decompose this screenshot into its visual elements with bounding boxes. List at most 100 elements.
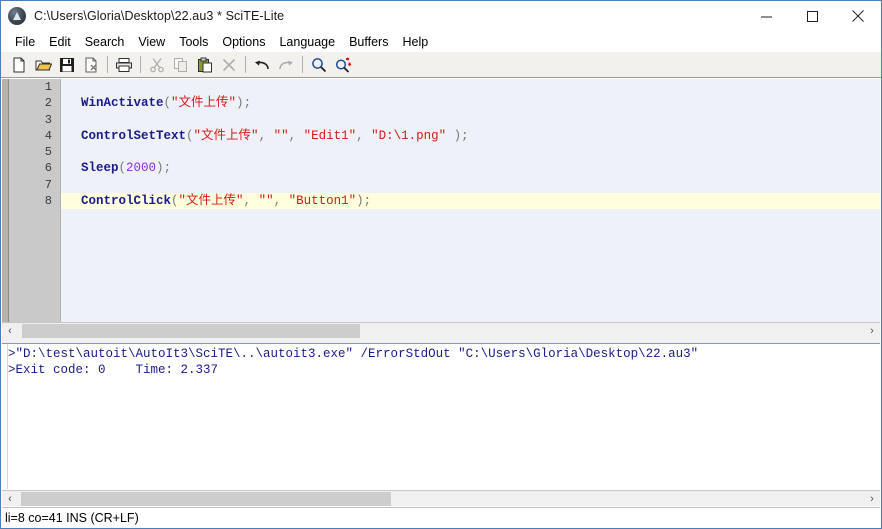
code-token-str: "文件上传" <box>179 194 244 208</box>
line-number: 3 <box>9 112 60 128</box>
line-number: 4 <box>9 128 60 144</box>
menu-item-tools[interactable]: Tools <box>172 33 215 51</box>
delete-icon <box>217 54 241 76</box>
scroll-left-icon[interactable]: ‹ <box>2 491 18 507</box>
code-token-func: WinActivate <box>81 96 164 110</box>
find-icon[interactable] <box>307 54 331 76</box>
menu-item-view[interactable]: View <box>131 33 172 51</box>
code-token-punct: ) <box>156 161 164 175</box>
code-token-punct: ( <box>119 161 127 175</box>
scroll-right-icon[interactable]: › <box>864 323 880 339</box>
code-token-str: "" <box>259 194 274 208</box>
print-icon[interactable] <box>112 54 136 76</box>
redo-icon <box>274 54 298 76</box>
output-pane[interactable]: >"D:\test\autoit\AutoIt3\SciTE\..\autoit… <box>2 344 880 489</box>
code-token-punct: ( <box>164 96 172 110</box>
code-token-str: "文件上传" <box>194 129 259 143</box>
output-line: >"D:\test\autoit\AutoIt3\SciTE\..\autoit… <box>8 347 880 363</box>
menu-bar: File Edit Search View Tools Options Lang… <box>1 31 881 52</box>
code-line[interactable] <box>61 79 880 95</box>
line-number: 8 <box>9 193 60 209</box>
menu-item-buffers[interactable]: Buffers <box>342 33 395 51</box>
scrollbar-track[interactable] <box>18 323 864 339</box>
code-line[interactable]: ControlSetText("文件上传", "", "Edit1", "D:\… <box>61 128 880 144</box>
code-token-punct: ) <box>356 194 364 208</box>
toolbar-separator <box>107 56 108 73</box>
replace-icon[interactable] <box>331 54 355 76</box>
code-token-num: 2000 <box>126 161 156 175</box>
status-bar: li=8 co=41 INS (CR+LF) <box>2 507 880 528</box>
menu-item-edit[interactable]: Edit <box>42 33 78 51</box>
minimize-button[interactable] <box>743 1 789 31</box>
undo-icon[interactable] <box>250 54 274 76</box>
scrollbar-thumb[interactable] <box>21 492 391 506</box>
code-token-punct: ) <box>236 96 244 110</box>
menu-item-search[interactable]: Search <box>78 33 132 51</box>
code-token-semi: ; <box>364 194 372 208</box>
line-number-gutter: 1 2 3 4 5 6 7 8 <box>9 79 61 322</box>
code-token-punct: , <box>356 129 371 143</box>
code-token-semi: ; <box>244 96 252 110</box>
toolbar <box>1 52 881 78</box>
code-token-func: Sleep <box>81 161 119 175</box>
menu-item-options[interactable]: Options <box>215 33 272 51</box>
code-line[interactable] <box>61 177 880 193</box>
code-token-semi: ; <box>164 161 172 175</box>
scrollbar-track[interactable] <box>18 491 864 507</box>
output-horizontal-scrollbar[interactable]: ‹ › <box>2 490 880 506</box>
window-title: C:\Users\Gloria\Desktop\22.au3 * SciTE-L… <box>34 9 284 23</box>
toolbar-separator <box>140 56 141 73</box>
line-number: 6 <box>9 160 60 176</box>
code-token-punct: , <box>289 129 304 143</box>
code-token-str: "Button1" <box>289 194 357 208</box>
code-token-str: "Edit1" <box>304 129 357 143</box>
code-token-func: ControlSetText <box>81 129 186 143</box>
code-token-punct: ) <box>446 129 461 143</box>
scroll-right-icon[interactable]: › <box>864 491 880 507</box>
line-number: 7 <box>9 177 60 193</box>
maximize-button[interactable] <box>789 1 835 31</box>
code-token-punct: , <box>259 129 274 143</box>
toolbar-separator <box>302 56 303 73</box>
code-token-semi: ; <box>461 129 469 143</box>
fold-margin <box>2 79 9 322</box>
close-button[interactable] <box>835 1 881 31</box>
paste-icon[interactable] <box>193 54 217 76</box>
code-token-punct: , <box>244 194 259 208</box>
title-bar[interactable]: C:\Users\Gloria\Desktop\22.au3 * SciTE-L… <box>1 1 881 31</box>
output-lines: >"D:\test\autoit\AutoIt3\SciTE\..\autoit… <box>8 347 880 378</box>
code-line[interactable] <box>61 144 880 160</box>
toolbar-separator <box>245 56 246 73</box>
scite-lite-window: C:\Users\Gloria\Desktop\22.au3 * SciTE-L… <box>0 0 882 529</box>
cut-icon <box>145 54 169 76</box>
code-token-punct: , <box>274 194 289 208</box>
code-line[interactable] <box>61 112 880 128</box>
code-token-punct: ( <box>171 194 179 208</box>
new-file-icon[interactable] <box>7 54 31 76</box>
scrollbar-thumb[interactable] <box>22 324 360 338</box>
window-controls <box>743 1 881 31</box>
copy-icon <box>169 54 193 76</box>
code-token-func: ControlClick <box>81 194 171 208</box>
line-number: 5 <box>9 144 60 160</box>
autoit-icon <box>8 7 26 25</box>
scroll-left-icon[interactable]: ‹ <box>2 323 18 339</box>
line-number: 2 <box>9 95 60 111</box>
cursor-position-status: li=8 co=41 INS (CR+LF) <box>2 511 139 525</box>
code-line[interactable]: ControlClick("文件上传", "", "Button1"); <box>61 193 880 209</box>
menu-item-help[interactable]: Help <box>395 33 435 51</box>
code-token-str: "D:\1.png" <box>371 129 446 143</box>
open-file-icon[interactable] <box>31 54 55 76</box>
code-text-area[interactable]: WinActivate("文件上传"); ControlSetText("文件上… <box>61 79 880 322</box>
line-number: 1 <box>9 79 60 95</box>
menu-item-language[interactable]: Language <box>272 33 342 51</box>
code-token-punct: ( <box>186 129 194 143</box>
code-line[interactable]: Sleep(2000); <box>61 160 880 176</box>
close-file-icon[interactable] <box>79 54 103 76</box>
code-line[interactable]: WinActivate("文件上传"); <box>61 95 880 111</box>
code-token-str: "" <box>274 129 289 143</box>
code-editor[interactable]: 1 2 3 4 5 6 7 8 WinActivate("文件上传"); Con… <box>2 79 880 322</box>
save-file-icon[interactable] <box>55 54 79 76</box>
menu-item-file[interactable]: File <box>8 33 42 51</box>
editor-horizontal-scrollbar[interactable]: ‹ › <box>2 322 880 338</box>
